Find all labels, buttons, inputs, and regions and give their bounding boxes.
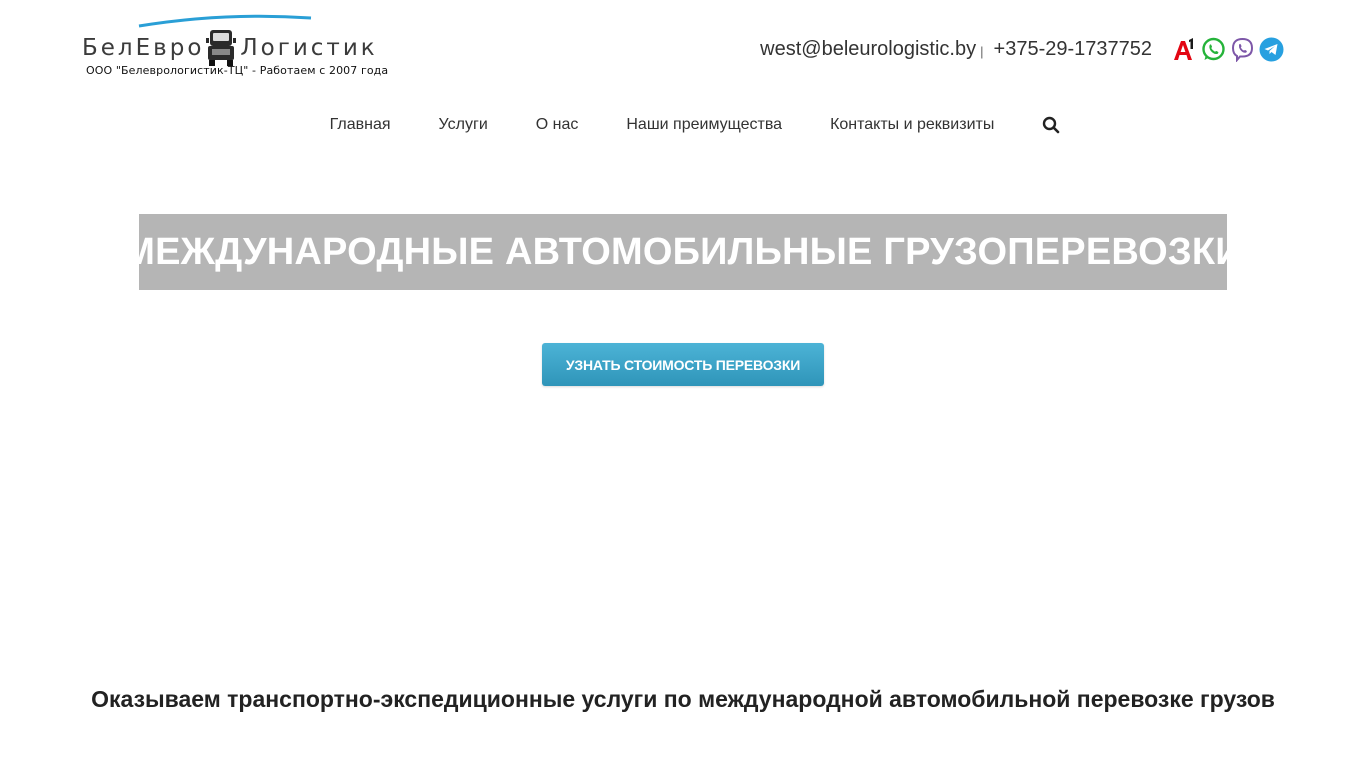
contact-separator: | — [980, 43, 984, 59]
logo-text-left: БелЕвро — [82, 35, 205, 61]
nav-item-advantages[interactable]: Наши преимущества — [626, 114, 782, 136]
header-contacts: west@beleurologistic.by | +375-29-173775… — [760, 34, 1284, 64]
logo-subtitle: ООО "Белеврологистик-ТЦ" - Работаем с 20… — [86, 64, 389, 77]
phone-link[interactable]: +375-29-1737752 — [994, 38, 1152, 61]
get-quote-button[interactable]: УЗНАТЬ СТОИМОСТЬ ПЕРЕВОЗКИ — [542, 343, 824, 386]
hero-banner: МЕЖДУНАРОДНЫЕ АВТОМОБИЛЬНЫЕ ГРУЗОПЕРЕВОЗ… — [123, 214, 1243, 290]
main-nav: Главная Услуги О нас Наши преимущества К… — [0, 114, 1366, 136]
nav-item-home[interactable]: Главная — [330, 114, 391, 136]
search-icon[interactable] — [1042, 116, 1060, 134]
logo-text-right: Логистик — [240, 35, 378, 61]
nav-item-about[interactable]: О нас — [536, 114, 579, 136]
hero-title: МЕЖДУНАРОДНЫЕ АВТОМОБИЛЬНЫЕ ГРУЗОПЕРЕВОЗ… — [123, 230, 1243, 273]
a1-icon[interactable] — [1172, 37, 1197, 62]
truck-icon — [206, 30, 237, 66]
site-logo[interactable]: БелЕвро Логистик ООО "Белеврологистик-ТЦ… — [82, 14, 388, 80]
email-link[interactable]: west@beleurologistic.by — [760, 38, 976, 61]
nav-item-services[interactable]: Услуги — [439, 114, 488, 136]
nav-item-contacts[interactable]: Контакты и реквизиты — [830, 114, 994, 136]
telegram-icon[interactable] — [1259, 37, 1284, 62]
logo-swoosh — [138, 14, 312, 28]
section-heading: Оказываем транспортно-экспедиционные усл… — [91, 686, 1275, 712]
whatsapp-icon[interactable] — [1201, 37, 1226, 62]
viber-icon[interactable] — [1230, 37, 1255, 62]
